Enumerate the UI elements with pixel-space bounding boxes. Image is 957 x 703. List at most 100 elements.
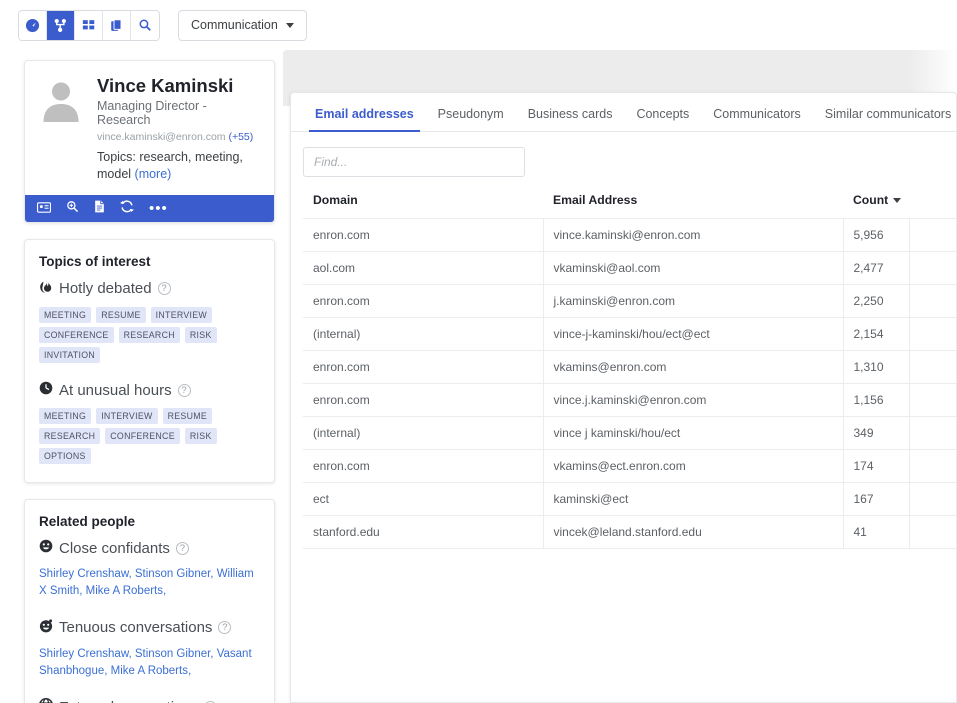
profile-email: vince.kaminski@enron.com (+55) bbox=[97, 131, 260, 143]
close-confidants-people[interactable]: Shirley Crenshaw, Stinson Gibner, Willia… bbox=[39, 566, 260, 601]
profile-topics-more-link[interactable]: (more) bbox=[135, 167, 172, 181]
id-card-icon[interactable] bbox=[36, 200, 52, 218]
grin-icon bbox=[39, 618, 53, 637]
cell-email: vince j kaminski/hou/ect bbox=[543, 416, 844, 450]
main-content-card: Email addresses Pseudonym Business cards… bbox=[290, 92, 957, 703]
tag[interactable]: INTERVIEW bbox=[150, 307, 213, 324]
documents-icon-button[interactable] bbox=[103, 10, 131, 40]
cell-domain: stanford.edu bbox=[303, 515, 544, 549]
table-row[interactable]: aol.com vkaminski@aol.com 2,477 bbox=[303, 251, 956, 285]
dashboard-icon bbox=[25, 18, 40, 33]
column-header-domain[interactable]: Domain bbox=[303, 187, 543, 219]
tenuous-conversations-help-icon[interactable]: ? bbox=[218, 621, 232, 635]
tag[interactable]: INVITATION bbox=[39, 347, 101, 364]
cell-count: 2,154 bbox=[843, 317, 910, 351]
tab-bar: Email addresses Pseudonym Business cards… bbox=[291, 93, 956, 132]
tag[interactable]: RISK bbox=[184, 428, 217, 445]
tag[interactable]: INTERVIEW bbox=[96, 408, 158, 425]
table-row[interactable]: enron.com j.kaminski@enron.com 2,250 bbox=[303, 284, 956, 318]
grid-icon bbox=[82, 18, 96, 32]
cell-count: 349 bbox=[843, 416, 910, 450]
table-row[interactable]: enron.com vkamins@enron.com 1,310 bbox=[303, 350, 956, 384]
tag[interactable]: MEETING bbox=[39, 307, 92, 324]
profile-body: Vince Kaminski Managing Director - Resea… bbox=[25, 61, 274, 195]
column-header-extra bbox=[909, 187, 956, 219]
app-root: Communication Vince Kaminski Managing Di… bbox=[0, 0, 957, 703]
cell-domain: aol.com bbox=[303, 251, 544, 285]
cell-email: vince.kaminski@enron.com bbox=[543, 218, 844, 252]
left-sidebar: Vince Kaminski Managing Director - Resea… bbox=[24, 60, 275, 703]
close-confidants-heading: Close confidants ? bbox=[39, 539, 260, 557]
column-header-count[interactable]: Count bbox=[843, 187, 909, 219]
view-mode-button-group bbox=[18, 9, 160, 41]
table-row[interactable]: stanford.edu vincek@leland.stanford.edu … bbox=[303, 515, 956, 549]
tag[interactable]: RESEARCH bbox=[118, 327, 180, 344]
tag[interactable]: CONFERENCE bbox=[105, 428, 180, 445]
tag[interactable]: RESEARCH bbox=[39, 428, 101, 445]
magnifier-icon-button[interactable] bbox=[131, 10, 159, 40]
profile-email-extra-count[interactable]: (+55) bbox=[228, 131, 253, 143]
table-row[interactable]: enron.com vkamins@ect.enron.com 174 bbox=[303, 449, 956, 483]
tag[interactable]: RESUME bbox=[96, 307, 146, 324]
table-row[interactable]: enron.com vince.j.kaminski@enron.com 1,1… bbox=[303, 383, 956, 417]
table-row[interactable]: (internal) vince j kaminski/hou/ect 349 bbox=[303, 416, 956, 450]
tab-concepts[interactable]: Concepts bbox=[624, 93, 701, 131]
chevron-down-icon bbox=[285, 22, 294, 28]
table-body: enron.com vince.kaminski@enron.com 5,956… bbox=[303, 218, 956, 549]
column-header-email-address[interactable]: Email Address bbox=[543, 187, 843, 219]
table-row[interactable]: ect kaminski@ect 167 bbox=[303, 482, 956, 516]
tag[interactable]: RESUME bbox=[162, 408, 213, 425]
grid-icon-button[interactable] bbox=[75, 10, 103, 40]
network-branch-icon bbox=[53, 18, 68, 33]
table-row[interactable]: enron.com vince.kaminski@enron.com 5,956 bbox=[303, 218, 956, 252]
tab-communicators[interactable]: Communicators bbox=[701, 93, 813, 131]
hotly-debated-tag-list: MEETING RESUME INTERVIEW CONFERENCE RESE… bbox=[39, 307, 260, 364]
communication-dropdown[interactable]: Communication bbox=[178, 9, 307, 41]
related-people-panel: Related people Close confidants ? Shirle… bbox=[24, 499, 275, 703]
cell-email: vkaminski@aol.com bbox=[543, 251, 844, 285]
cell-domain: enron.com bbox=[303, 383, 544, 417]
document-icon[interactable] bbox=[94, 200, 105, 218]
more-options-icon[interactable]: ••• bbox=[149, 201, 168, 216]
sort-descending-icon bbox=[893, 198, 902, 204]
flame-icon bbox=[39, 279, 53, 298]
tab-email-addresses[interactable]: Email addresses bbox=[303, 93, 426, 132]
tenuous-conversations-heading: Tenuous conversations ? bbox=[39, 618, 260, 637]
topics-of-interest-panel: Topics of interest Hotly debated ? MEETI… bbox=[24, 239, 275, 484]
find-input[interactable] bbox=[303, 147, 525, 177]
hotly-debated-help-icon[interactable]: ? bbox=[157, 282, 171, 296]
cell-count: 41 bbox=[843, 515, 910, 549]
tag[interactable]: MEETING bbox=[39, 408, 92, 425]
table-head: Domain Email Address Count bbox=[303, 187, 956, 219]
close-confidants-label: Close confidants bbox=[59, 539, 170, 557]
cell-domain: enron.com bbox=[303, 284, 544, 318]
table-row[interactable]: (internal) vince-j-kaminski/hou/ect@ect … bbox=[303, 317, 956, 351]
cell-domain: (internal) bbox=[303, 317, 544, 351]
smiley-icon bbox=[39, 539, 53, 557]
close-confidants-help-icon[interactable]: ? bbox=[175, 541, 189, 555]
cell-extra bbox=[909, 251, 956, 285]
profile-role: Managing Director - Research bbox=[97, 99, 207, 128]
unusual-hours-help-icon[interactable]: ? bbox=[177, 383, 191, 397]
related-people-title: Related people bbox=[39, 514, 136, 530]
tab-pseudonym[interactable]: Pseudonym bbox=[426, 93, 516, 131]
network-branch-icon-button[interactable] bbox=[47, 10, 75, 40]
profile-topics: Topics: research, meeting, model (more) bbox=[97, 149, 260, 183]
cell-email: j.kaminski@enron.com bbox=[543, 284, 844, 318]
profile-action-bar: ••• bbox=[25, 195, 274, 223]
tab-similar-communicators[interactable]: Similar communicators bbox=[813, 93, 956, 131]
cell-extra bbox=[909, 416, 956, 450]
tag[interactable]: CONFERENCE bbox=[39, 327, 114, 344]
tag[interactable]: RISK bbox=[184, 327, 217, 344]
tag[interactable]: OPTIONS bbox=[39, 448, 91, 465]
clock-icon bbox=[39, 381, 53, 399]
cell-email: vkamins@ect.enron.com bbox=[543, 449, 844, 483]
magnifier-plus-icon[interactable] bbox=[66, 200, 79, 218]
dashboard-icon-button[interactable] bbox=[19, 10, 47, 40]
cell-extra bbox=[909, 482, 956, 516]
refresh-icon[interactable] bbox=[120, 199, 134, 218]
tab-business-cards[interactable]: Business cards bbox=[516, 93, 625, 131]
tenuous-conversations-people[interactable]: Shirley Crenshaw, Stinson Gibner, Vasant… bbox=[39, 646, 260, 681]
profile-email-text: vince.kaminski@enron.com bbox=[97, 131, 226, 144]
cell-domain: (internal) bbox=[303, 416, 544, 450]
